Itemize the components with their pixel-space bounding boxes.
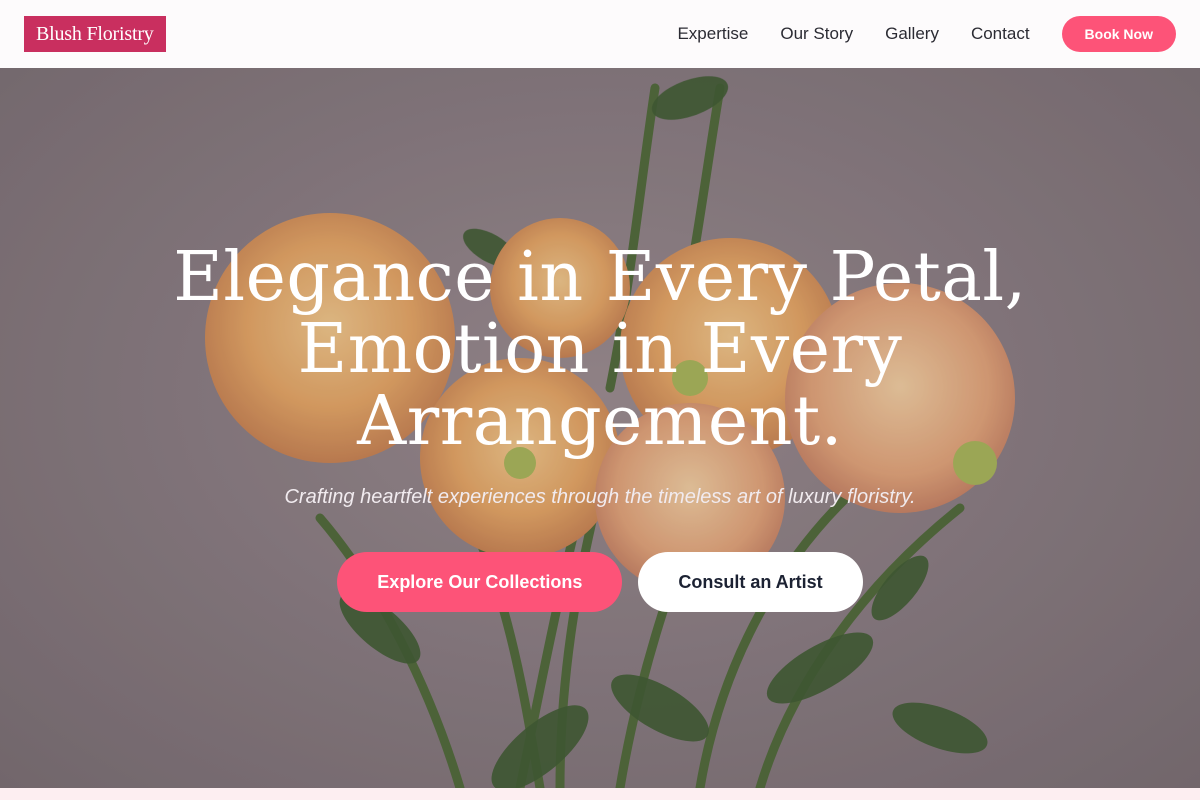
next-section-edge [0,788,1200,800]
nav-link-gallery[interactable]: Gallery [885,24,939,44]
brand-logo[interactable]: Blush Floristry [24,16,166,52]
hero-title-line-1: Elegance in Every Petal, [173,238,1027,317]
hero-title-line-3: Arrangement. [357,382,843,461]
nav-link-our-story[interactable]: Our Story [780,24,853,44]
nav-link-contact[interactable]: Contact [971,24,1030,44]
book-now-button[interactable]: Book Now [1061,16,1176,52]
main-nav: Expertise Our Story Gallery Contact Book… [677,16,1176,52]
top-navbar: Blush Floristry Expertise Our Story Gall… [0,0,1200,68]
hero-title: Elegance in Every Petal, Emotion in Ever… [100,242,1100,458]
hero-section: Elegance in Every Petal, Emotion in Ever… [0,68,1200,788]
nav-link-expertise[interactable]: Expertise [677,24,748,44]
hero-cta-row: Explore Our Collections Consult an Artis… [0,552,1200,612]
consult-artist-button[interactable]: Consult an Artist [638,552,863,612]
explore-collections-button[interactable]: Explore Our Collections [337,552,623,612]
hero-subtitle: Crafting heartfelt experiences through t… [284,486,916,508]
hero-title-line-2: Emotion in Every [297,310,903,389]
